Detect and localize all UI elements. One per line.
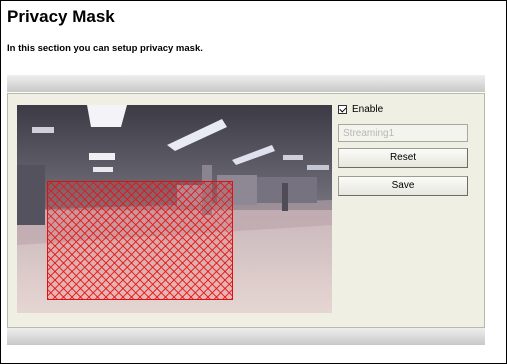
camera-preview[interactable] (17, 105, 332, 313)
section-footer-bar (7, 328, 485, 345)
privacy-mask-region[interactable] (47, 181, 233, 300)
stream-name-field[interactable]: Streaming1 (338, 124, 468, 142)
enable-row[interactable]: Enable (338, 102, 470, 116)
enable-label[interactable]: Enable (352, 104, 383, 115)
enable-checkbox[interactable] (338, 104, 347, 114)
save-button[interactable]: Save (338, 176, 468, 196)
page-description: In this section you can setup privacy ma… (7, 43, 203, 54)
reset-button[interactable]: Reset (338, 148, 468, 168)
privacy-mask-panel: Enable Streaming1 Reset Save (7, 93, 485, 328)
privacy-mask-page: Privacy Mask In this section you can set… (0, 0, 507, 364)
section-header-bar (7, 75, 485, 92)
page-title: Privacy Mask (7, 7, 115, 26)
mask-controls: Enable Streaming1 Reset Save (338, 102, 470, 196)
